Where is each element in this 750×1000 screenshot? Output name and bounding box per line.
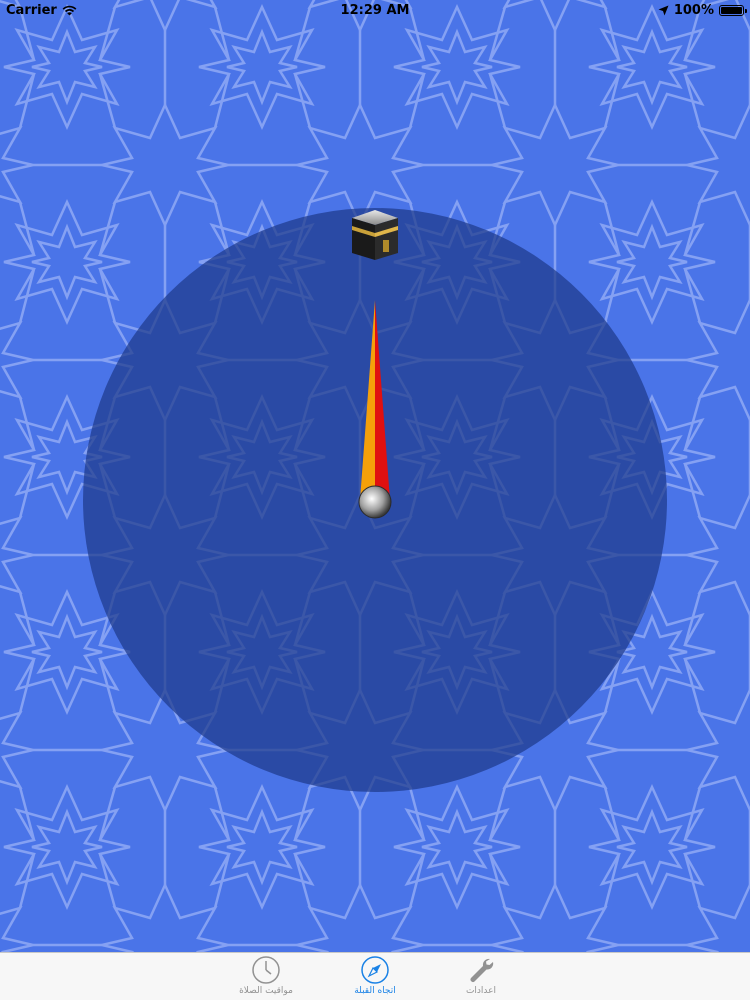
qibla-screen: Carrier 12:29 AM 100% مواقيت الصلاة اتجا… (0, 0, 750, 1000)
tab-label: مواقيت الصلاة (239, 986, 293, 996)
tab-prayer-times[interactable]: مواقيت الصلاة (216, 953, 316, 1000)
battery-percentage: 100% (673, 3, 714, 18)
status-bar: Carrier 12:29 AM 100% (0, 0, 750, 22)
location-arrow-icon (658, 5, 669, 16)
kaaba-icon (352, 210, 398, 260)
compass-icon (361, 956, 389, 984)
wrench-icon (470, 958, 494, 982)
tab-label: اتجاه القبلة (354, 986, 396, 996)
battery-fill (721, 7, 742, 14)
qibla-compass (83, 208, 667, 792)
clock-time: 12:29 AM (340, 3, 410, 18)
status-right: 100% (658, 3, 747, 18)
compass-center-knob (358, 485, 392, 519)
clock-icon (252, 956, 280, 984)
battery-icon (719, 5, 747, 16)
tab-label: اعدادات (465, 986, 497, 996)
tab-bar: مواقيت الصلاة اتجاه القبلة اعدادات (0, 952, 750, 1000)
tab-settings[interactable]: اعدادات (431, 953, 531, 1000)
tab-qibla-direction[interactable]: اتجاه القبلة (325, 953, 425, 1000)
